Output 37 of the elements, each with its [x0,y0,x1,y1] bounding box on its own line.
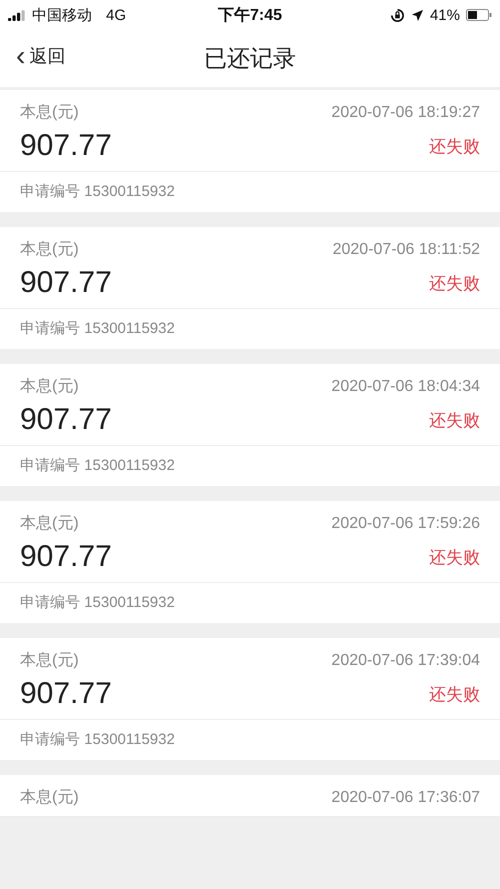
amount-label: 本息(元) [20,788,79,808]
application-number: 申请编号 15300115932 [19,730,176,750]
clock: 下午7:45 [218,6,282,26]
signal-icon [8,10,26,20]
amount-label: 本息(元) [20,650,79,671]
status-text: 还失败 [429,546,480,568]
record-time: 2020-07-06 18:19:27 [331,104,480,122]
location-arrow-icon [410,8,424,22]
application-number: 申请编号 15300115932 [19,182,176,202]
battery-icon [466,9,492,21]
status-text: 还失败 [429,410,480,432]
status-text: 还失败 [429,272,480,294]
amount-value: 907.77 [20,266,112,300]
amount-value: 907.77 [20,129,112,163]
record-time: 2020-07-06 18:04:34 [331,378,480,396]
amount-value: 907.77 [20,403,112,437]
back-button[interactable]: ‹返回 [16,44,66,68]
record-time: 2020-07-06 18:11:52 [332,240,480,258]
application-number: 申请编号 15300115932 [19,593,176,613]
carrier-name: 中国移动 [32,6,92,24]
page-title: 已还记录 [204,44,296,73]
network-type: 4G [106,6,126,24]
record-time: 2020-07-06 17:36:07 [331,788,480,806]
status-text: 还失败 [429,136,480,158]
amount-label: 本息(元) [20,102,79,123]
amount-label: 本息(元) [20,240,79,260]
record-time: 2020-07-06 17:59:26 [331,514,480,532]
amount-value: 907.77 [20,677,112,711]
amount-label: 本息(元) [20,514,79,534]
record-time: 2020-07-06 17:39:04 [331,652,480,670]
amount-value: 907.77 [20,540,112,574]
rotation-lock-icon [390,8,405,22]
application-number: 申请编号 15300115932 [19,319,176,339]
application-number: 申请编号 15300115932 [19,456,176,476]
status-text: 还失败 [429,684,480,706]
amount-label: 本息(元) [20,376,79,397]
battery-percent: 41% [430,6,460,24]
